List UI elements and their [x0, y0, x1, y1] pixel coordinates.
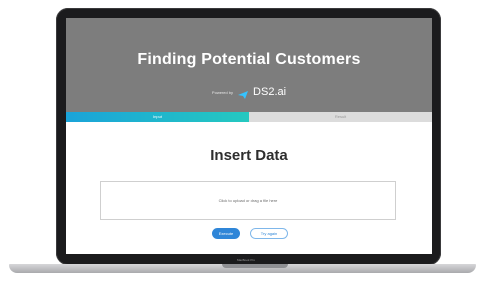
section-title: Insert Data [210, 147, 288, 164]
file-dropzone[interactable]: Click to upload or drag a file here [100, 181, 396, 220]
page-title: Finding Potential Customers [137, 51, 361, 68]
dropzone-text: Click to upload or drag a file here [218, 198, 278, 203]
hero-banner: Finding Potential Customers Powered by D… [66, 18, 432, 112]
powered-by-label: Powered by [211, 89, 234, 95]
laptop-base [9, 264, 476, 273]
app-screen: Finding Potential Customers Powered by D… [66, 18, 432, 254]
powered-by: Powered by DS2.ai [66, 86, 432, 99]
ds2-logo-icon [237, 87, 249, 99]
try-again-button[interactable]: Try again [250, 228, 288, 239]
step-label-result: Result [334, 114, 347, 119]
laptop-notch [222, 264, 288, 268]
brand-name: DS2.ai [253, 86, 287, 98]
execute-button[interactable]: Execute [212, 228, 240, 239]
step-progress-bar: Input Result [66, 112, 432, 122]
step-label-input: Input [153, 114, 162, 119]
device-model-label: MacBook Pro [236, 258, 255, 262]
